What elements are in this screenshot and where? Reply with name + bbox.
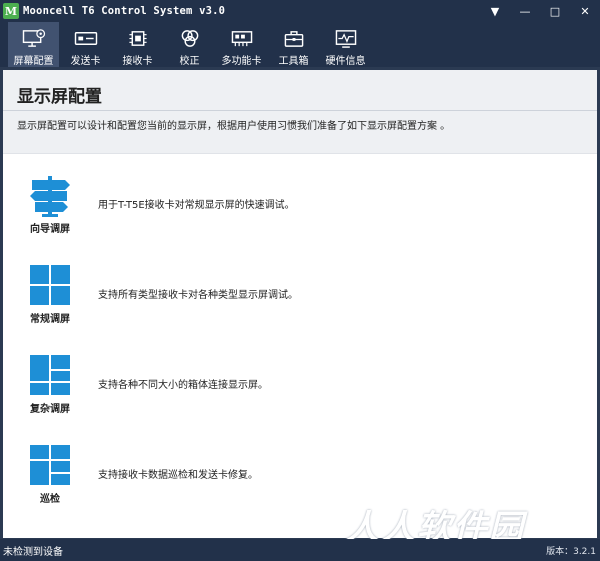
toolbar-label: 发送卡: [70, 56, 101, 67]
toolbar-item-receiver-card[interactable]: 接收卡: [112, 22, 163, 67]
monitor-gear-icon: [22, 29, 45, 47]
device-status-text: 未检测到设备: [3, 546, 63, 558]
dropdown-menu-icon[interactable]: ▼: [480, 0, 510, 22]
version-text: 版本：3.2.1: [546, 547, 596, 557]
toolbar-label: 多功能卡: [221, 56, 262, 67]
toolbar-item-sender-card[interactable]: 发送卡: [60, 22, 111, 67]
main-toolbar: 屏幕配置 发送卡 接收卡 校正 多功能卡 工具箱 硬件信息: [0, 22, 600, 67]
option-label[interactable]: 常规调屏: [23, 310, 77, 325]
option-description: 用于T-T5E接收卡对常规显示屏的快速调试。: [98, 200, 295, 211]
toolbar-item-toolbox[interactable]: 工具箱: [268, 22, 319, 67]
toolbar-item-multifunction-card[interactable]: 多功能卡: [216, 22, 267, 67]
option-description: 支持各种不同大小的箱体连接显示屏。: [98, 380, 268, 391]
color-circles-icon: [181, 30, 198, 47]
option-label[interactable]: 巡检: [23, 490, 77, 505]
minimize-button[interactable]: —: [510, 0, 540, 22]
option-description: 支持接收卡数据巡检和发送卡修复。: [98, 470, 258, 481]
waveform-monitor-icon: [335, 30, 356, 48]
window-controls: ▼ — □ ✕: [480, 0, 600, 22]
grid-inspect-icon[interactable]: [27, 444, 73, 488]
close-button[interactable]: ✕: [570, 0, 600, 22]
option-description: 支持所有类型接收卡对各种类型显示屏调试。: [98, 290, 298, 301]
toolbar-label: 工具箱: [278, 56, 309, 67]
toolbar-label: 校正: [179, 56, 200, 67]
option-wizard-config[interactable]: 向导调屏 用于T-T5E接收卡对常规显示屏的快速调试。: [3, 174, 597, 254]
page-title: 显示屏配置: [17, 87, 102, 107]
title-divider: [3, 110, 597, 111]
status-bar: 未检测到设备 版本：3.2.1: [0, 539, 600, 561]
title-bar: M Mooncell T6 Control System v3.0 ▼ — □ …: [0, 0, 600, 22]
toolbar-item-calibration[interactable]: 校正: [164, 22, 215, 67]
signpost-icon[interactable]: [27, 174, 73, 218]
toolbox-icon: [284, 31, 303, 47]
grid-four-icon[interactable]: [27, 264, 73, 308]
toolbar-item-hardware-info[interactable]: 硬件信息: [320, 22, 371, 67]
multifunction-card-icon: [231, 31, 252, 47]
page-description: 显示屏配置可以设计和配置您当前的显示屏，根据用户使用习惯我们准备了如下显示屏配置…: [17, 121, 451, 132]
maximize-button[interactable]: □: [540, 0, 570, 22]
toolbar-label: 接收卡: [122, 56, 153, 67]
option-complex-config[interactable]: 复杂调屏 支持各种不同大小的箱体连接显示屏。: [3, 354, 597, 434]
chip-icon: [128, 31, 147, 46]
app-logo-icon: M: [3, 3, 19, 19]
window-title: Mooncell T6 Control System v3.0: [23, 5, 226, 17]
grid-complex-icon[interactable]: [27, 354, 73, 398]
toolbar-label: 屏幕配置: [13, 56, 54, 67]
option-label[interactable]: 复杂调屏: [23, 400, 77, 415]
toolbar-item-screen-config[interactable]: 屏幕配置: [8, 22, 59, 67]
main-content: 显示屏配置 显示屏配置可以设计和配置您当前的显示屏，根据用户使用习惯我们准备了如…: [3, 70, 597, 538]
sender-card-icon: [74, 32, 97, 45]
toolbar-label: 硬件信息: [325, 56, 366, 67]
option-label[interactable]: 向导调屏: [23, 220, 77, 235]
option-normal-config[interactable]: 常规调屏 支持所有类型接收卡对各种类型显示屏调试。: [3, 264, 597, 344]
